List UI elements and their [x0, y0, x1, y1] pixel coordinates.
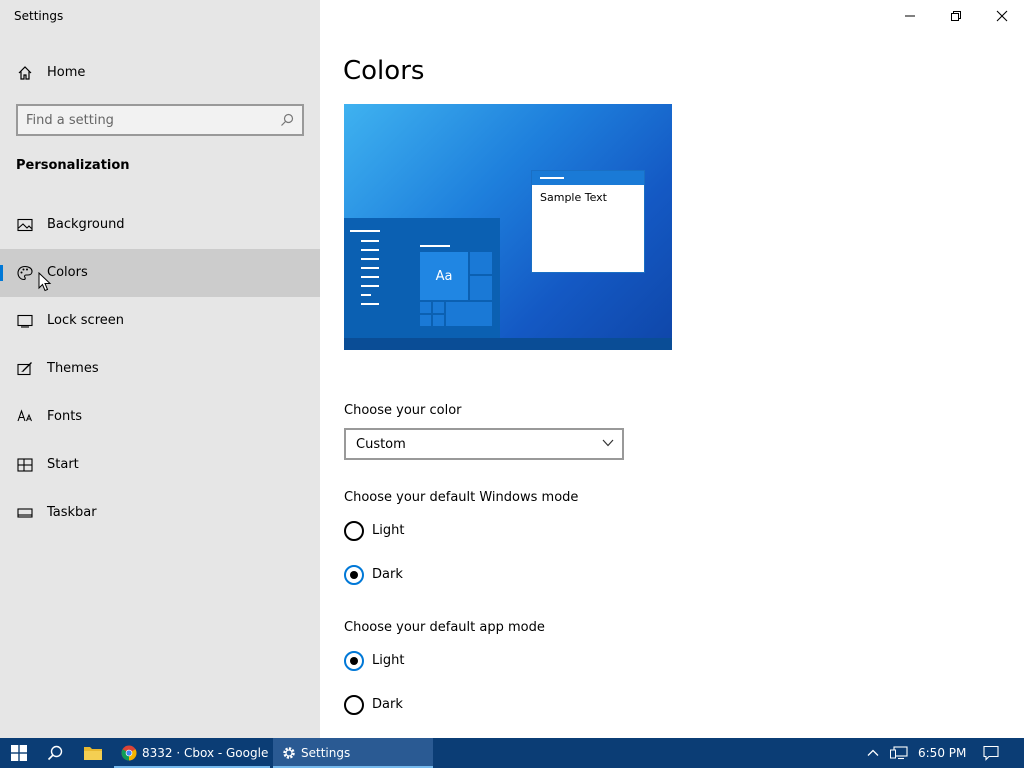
themes-icon [17, 362, 32, 376]
app-mode-label: Choose your default app mode [344, 620, 545, 635]
choose-color-dropdown[interactable]: Custom [344, 428, 624, 460]
taskbar-app-label: 8332 · Cbox - Google ... [142, 746, 284, 760]
app-title: Settings [14, 9, 64, 23]
search-input[interactable] [26, 110, 266, 130]
sidebar-item-label: Background [47, 217, 125, 232]
close-button[interactable] [978, 0, 1024, 32]
radio-circle[interactable] [344, 695, 364, 715]
home-button[interactable]: Home [0, 56, 320, 90]
minimize-button[interactable] [886, 0, 932, 32]
sidebar-item-background[interactable]: Background [0, 201, 320, 249]
action-center-icon[interactable] [983, 745, 999, 761]
picture-icon [17, 218, 33, 232]
windows-mode-label: Choose your default Windows mode [344, 490, 579, 505]
page-title: Colors [343, 56, 425, 86]
sidebar-item-label: Colors [47, 265, 88, 280]
sidebar-item-fonts[interactable]: Fonts [0, 393, 320, 441]
windows-logo-icon [11, 745, 27, 761]
taskbar-app-settings[interactable]: Settings [273, 738, 433, 768]
network-icon[interactable] [890, 746, 908, 760]
home-label: Home [47, 65, 86, 80]
sidebar-item-lock-screen[interactable]: Lock screen [0, 297, 320, 345]
sidebar-item-start[interactable]: Start [0, 441, 320, 489]
radio-label: Light [372, 523, 405, 538]
fonts-icon [17, 409, 32, 422]
sidebar-item-label: Fonts [47, 409, 83, 424]
chrome-icon [121, 745, 137, 761]
dropdown-value: Custom [356, 437, 406, 452]
start-button[interactable] [0, 738, 36, 768]
lock-screen-icon [17, 314, 33, 328]
preview-sample-window: Sample Text [531, 170, 645, 273]
gear-icon [283, 747, 295, 759]
restore-button[interactable] [932, 0, 978, 32]
sidebar-item-label: Start [47, 457, 79, 472]
minimize-icon [905, 15, 915, 17]
taskbar-app-chrome[interactable]: 8332 · Cbox - Google ... [114, 738, 284, 768]
sidebar: Settings Home Personalization Background… [0, 0, 320, 738]
radio-dot [350, 657, 358, 665]
radio-circle[interactable] [344, 565, 364, 585]
close-icon [996, 10, 1008, 22]
mouse-cursor-icon [38, 272, 52, 292]
windows-mode-dark-radio[interactable]: Dark [344, 564, 544, 588]
file-explorer-button[interactable] [75, 738, 111, 768]
taskbar: 8332 · Cbox - Google ... Settings 6:50 P… [0, 738, 1024, 768]
sidebar-item-themes[interactable]: Themes [0, 345, 320, 393]
chevron-up-icon[interactable] [866, 746, 880, 760]
preview-tiles-header [420, 245, 450, 247]
choose-color-label: Choose your color [344, 403, 462, 418]
chevron-down-icon [602, 439, 614, 447]
app-mode-dark-radio[interactable]: Dark [344, 694, 544, 718]
search-taskbar-button[interactable] [38, 738, 72, 768]
palette-icon [17, 265, 33, 281]
home-icon [18, 66, 32, 80]
preview-taskbar [344, 338, 672, 350]
clock[interactable]: 6:50 PM [918, 746, 966, 760]
radio-dot [350, 571, 358, 579]
preview-tile: Aa [420, 252, 468, 300]
color-preview: Aa Sample Text [344, 104, 672, 350]
radio-circle[interactable] [344, 521, 364, 541]
taskbar-icon [17, 508, 33, 518]
radio-label: Light [372, 653, 405, 668]
sidebar-item-label: Taskbar [47, 505, 97, 520]
radio-label: Dark [372, 567, 403, 582]
radio-label: Dark [372, 697, 403, 712]
radio-circle[interactable] [344, 651, 364, 671]
windows-mode-light-radio[interactable]: Light [344, 520, 544, 544]
search-box[interactable] [16, 104, 304, 136]
section-title: Personalization [16, 158, 130, 173]
search-icon[interactable] [280, 113, 294, 127]
taskbar-app-label: Settings [301, 746, 351, 760]
folder-icon [84, 747, 102, 760]
restore-icon [951, 11, 961, 21]
start-icon [17, 458, 33, 472]
app-mode-light-radio[interactable]: Light [344, 650, 544, 674]
selection-indicator [0, 265, 3, 281]
sidebar-item-label: Themes [47, 361, 99, 376]
search-icon [47, 745, 63, 761]
preview-sample-text: Sample Text [540, 191, 607, 204]
content-pane: Colors Aa Sample Text Choose your color … [320, 0, 1024, 738]
sidebar-item-label: Lock screen [47, 313, 124, 328]
sidebar-item-taskbar[interactable]: Taskbar [0, 489, 320, 537]
